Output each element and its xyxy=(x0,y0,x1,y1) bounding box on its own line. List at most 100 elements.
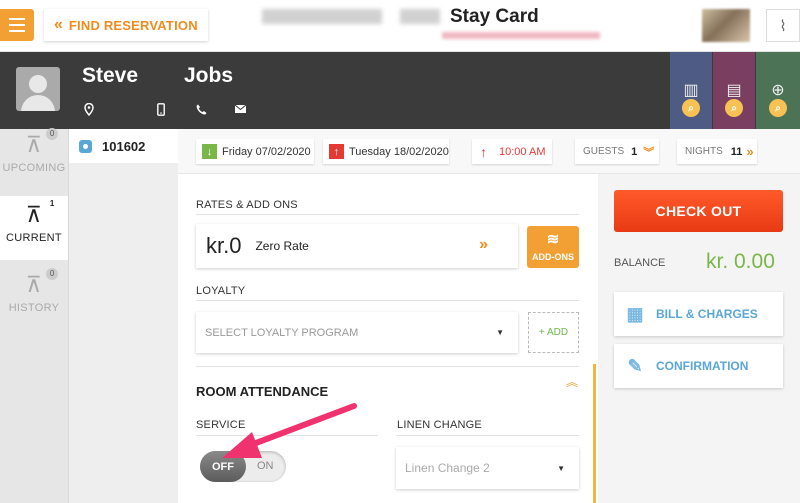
avatar[interactable] xyxy=(16,67,60,111)
caret-down-icon: ▼ xyxy=(557,463,565,473)
calculator-icon: ▦ xyxy=(626,303,644,324)
find-reservation-label: FIND RESERVATION xyxy=(68,17,198,33)
desk-icon: ⊼ 1 xyxy=(26,198,59,226)
loyalty-program-select[interactable]: SELECT LOYALTY PROGRAM ▼ xyxy=(196,312,518,353)
departure-time-text: 10:00 AM xyxy=(499,145,546,158)
arrival-date[interactable]: ↓ Friday 07/02/2020 xyxy=(196,139,314,164)
nav-current[interactable]: ⊼ 1 CURRENT xyxy=(0,196,68,260)
departure-time-arrow-icon: ↑ xyxy=(480,143,487,160)
nav-history[interactable]: ⊼ 0 HISTORY xyxy=(0,268,68,334)
departure-date-text: Tuesday 18/02/2020 xyxy=(349,145,449,158)
divider xyxy=(396,435,579,436)
hotel-thumbnail[interactable] xyxy=(702,9,750,42)
phone-icon[interactable] xyxy=(196,104,207,115)
add-loyalty-button[interactable]: + ADD xyxy=(528,312,579,353)
caret-down-icon: ▼ xyxy=(496,328,504,337)
guest-last-name[interactable]: Jobs xyxy=(184,64,233,88)
room-list: 101602 xyxy=(68,129,179,503)
nights-selector[interactable]: NIGHTS 11 » xyxy=(677,139,757,164)
stack-icon: ▤ xyxy=(726,82,742,99)
toggle-off: OFF xyxy=(200,451,246,482)
arrival-date-text: Friday 07/02/2020 xyxy=(222,145,311,158)
room-tile[interactable]: ▥ ⌕ xyxy=(670,52,712,129)
rates-section-label: RATES & ADD ONS xyxy=(196,199,298,211)
zoom-icon: ⌕ xyxy=(769,99,787,117)
email-icon[interactable] xyxy=(235,105,246,113)
zoom-icon: ⌕ xyxy=(725,99,743,117)
globe-icon: ⊕ xyxy=(771,82,785,99)
activity-graph-button[interactable]: ⌇ xyxy=(766,9,800,42)
pen-icon: ✎ xyxy=(627,355,643,376)
history-count: 0 xyxy=(46,268,59,280)
nav-upcoming[interactable]: ⊼ 0 UPCOMING xyxy=(0,128,68,194)
checkout-desk-icon: ⊼ 0 xyxy=(26,268,59,296)
linen-change-label: LINEN CHANGE xyxy=(397,419,482,431)
location-icon[interactable] xyxy=(84,103,94,116)
guests-count: 1 xyxy=(631,145,638,158)
service-toggle[interactable]: OFF ON xyxy=(200,451,286,482)
departure-date[interactable]: ↑ Tuesday 18/02/2020 xyxy=(323,139,449,164)
loyalty-placeholder: SELECT LOYALTY PROGRAM xyxy=(205,326,359,339)
nav-history-label: HISTORY xyxy=(8,302,60,314)
chevron-up-icon: ︽ xyxy=(566,375,579,389)
room-attendance-title: ROOM ATTENDANCE xyxy=(196,384,329,399)
rate-name: Zero Rate xyxy=(255,239,309,253)
room-number: 101602 xyxy=(102,138,146,154)
scrollbar[interactable] xyxy=(593,364,596,503)
page-title: Stay Card xyxy=(450,6,539,27)
balance-amount: kr. 0.00 xyxy=(706,250,775,273)
redacted-hotel-name xyxy=(400,9,440,24)
upcoming-count: 0 xyxy=(46,128,59,140)
room-list-item[interactable]: 101602 xyxy=(69,129,179,163)
layers-icon: ≋ xyxy=(546,231,560,248)
rate-amount: kr.0 xyxy=(206,233,242,258)
nav-upcoming-label: UPCOMING xyxy=(2,162,66,174)
divider xyxy=(196,214,579,215)
toggle-on: ON xyxy=(257,460,274,472)
find-reservation-button[interactable]: « FIND RESERVATION xyxy=(44,9,208,41)
guest-first-name[interactable]: Steve xyxy=(82,64,138,88)
redacted-subtitle xyxy=(442,32,600,39)
nights-count: 11 xyxy=(730,145,743,158)
building-icon: ▥ xyxy=(683,82,699,99)
chevron-right-icon: » xyxy=(746,144,754,159)
zoom-icon: ⌕ xyxy=(682,99,700,117)
departure-time[interactable]: ↑ 10:00 AM xyxy=(472,139,552,164)
chevron-right-icon: » xyxy=(479,236,488,253)
departure-arrow-icon: ↑ xyxy=(329,144,344,159)
divider xyxy=(196,300,579,301)
redacted-hotel-name xyxy=(262,9,382,24)
graph-icon: ⌇ xyxy=(779,17,787,35)
guests-label: GUESTS xyxy=(583,146,625,157)
add-loyalty-label: + ADD xyxy=(538,327,569,338)
loyalty-section-label: LOYALTY xyxy=(196,285,246,297)
confirmation-label: CONFIRMATION xyxy=(656,359,749,373)
add-ons-label: ADD-ONS xyxy=(532,252,574,262)
current-count: 1 xyxy=(46,198,59,210)
linen-change-value: Linen Change 2 xyxy=(405,461,490,475)
tile[interactable]: ⊕ ⌕ xyxy=(756,52,800,129)
bill-and-charges-button[interactable]: ▦ BILL & CHARGES xyxy=(614,292,783,336)
stay-dates-bar: ↓ Friday 07/02/2020 ↑ Tuesday 18/02/2020… xyxy=(178,129,800,174)
divider xyxy=(196,366,579,367)
collapse-section-button[interactable]: ︽ xyxy=(566,375,579,389)
divider xyxy=(196,435,378,436)
nav-current-label: CURRENT xyxy=(6,232,62,244)
double-chevron-left-icon: « xyxy=(54,16,63,33)
check-out-button[interactable]: CHECK OUT xyxy=(614,190,783,232)
confirmation-button[interactable]: ✎ CONFIRMATION xyxy=(614,344,783,388)
hamburger-menu-button[interactable] xyxy=(0,9,34,41)
arrival-arrow-icon: ↓ xyxy=(202,144,217,159)
bill-and-charges-label: BILL & CHARGES xyxy=(656,307,758,321)
checkin-desk-icon: ⊼ 0 xyxy=(26,128,59,156)
guests-selector[interactable]: GUESTS 1 ︾ xyxy=(575,139,659,164)
room-status-icon xyxy=(79,139,92,153)
nights-label: NIGHTS xyxy=(685,146,723,157)
add-ons-button[interactable]: ≋ ADD-ONS xyxy=(527,226,579,268)
rate-selector[interactable]: kr.0 Zero Rate » xyxy=(196,224,518,268)
chevron-down-icon: ︾ xyxy=(643,146,655,159)
linen-change-select[interactable]: Linen Change 2 ▼ xyxy=(396,447,579,489)
service-label: SERVICE xyxy=(196,419,246,431)
tile[interactable]: ▤ ⌕ xyxy=(713,52,755,129)
mobile-icon[interactable] xyxy=(157,103,165,116)
